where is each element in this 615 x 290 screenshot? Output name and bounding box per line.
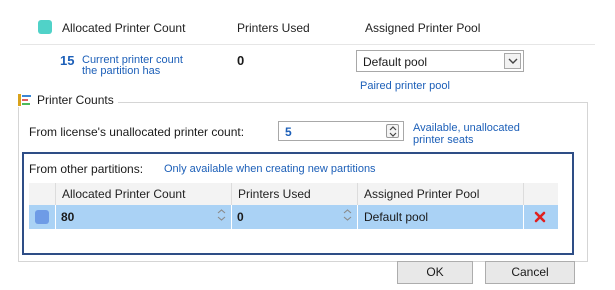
current-used: 0 — [237, 53, 245, 68]
allocation-color-swatch — [38, 20, 52, 34]
col-allocated-header: Allocated Printer Count — [62, 21, 186, 35]
pool-select[interactable]: Default pool — [356, 50, 524, 72]
row-pool-value: Default pool — [364, 210, 429, 224]
row-used-value: 0 — [237, 210, 244, 224]
license-hint: Available, unallocated printer seats — [413, 122, 520, 146]
current-count-description: Current printer count the partition has — [82, 54, 183, 77]
row-color-swatch — [35, 210, 49, 224]
row-allocated-cell[interactable] — [56, 205, 232, 229]
row-allocated-value: 80 — [61, 210, 75, 224]
grid-header-used: Printers Used — [232, 183, 358, 205]
license-count-value: 5 — [285, 125, 292, 139]
current-count: 15 — [60, 53, 75, 68]
other-partitions-label: From other partitions: — [29, 162, 144, 176]
allocated-spinner-icon[interactable] — [217, 209, 226, 221]
other-partitions-note: Only available when creating new partiti… — [164, 163, 376, 175]
header-divider — [20, 44, 595, 45]
ok-button[interactable]: OK — [397, 261, 473, 284]
pool-select-value: Default pool — [363, 55, 428, 69]
row-used-cell[interactable] — [232, 205, 358, 229]
license-label: From license's unallocated printer count… — [29, 125, 245, 139]
grid-header-swatch-col — [29, 183, 56, 205]
cancel-button[interactable]: Cancel — [485, 261, 575, 284]
printer-counts-icon — [18, 94, 31, 106]
used-spinner-icon[interactable] — [343, 209, 352, 221]
printer-counts-group-title: Printer Counts — [14, 93, 118, 107]
col-used-header: Printers Used — [237, 21, 310, 35]
delete-icon[interactable] — [534, 211, 546, 223]
grid-header-pool: Assigned Printer Pool — [358, 183, 524, 205]
group-title-text: Printer Counts — [37, 93, 114, 107]
grid-header-actions — [524, 183, 558, 205]
license-count-spinner[interactable]: 5 — [278, 121, 404, 141]
pool-caption: Paired printer pool — [360, 80, 450, 92]
grid-header-allocated: Allocated Printer Count — [56, 183, 232, 205]
chevron-down-icon[interactable] — [504, 53, 521, 69]
spinner-arrows-icon[interactable] — [386, 124, 399, 138]
col-pool-header: Assigned Printer Pool — [365, 21, 481, 35]
